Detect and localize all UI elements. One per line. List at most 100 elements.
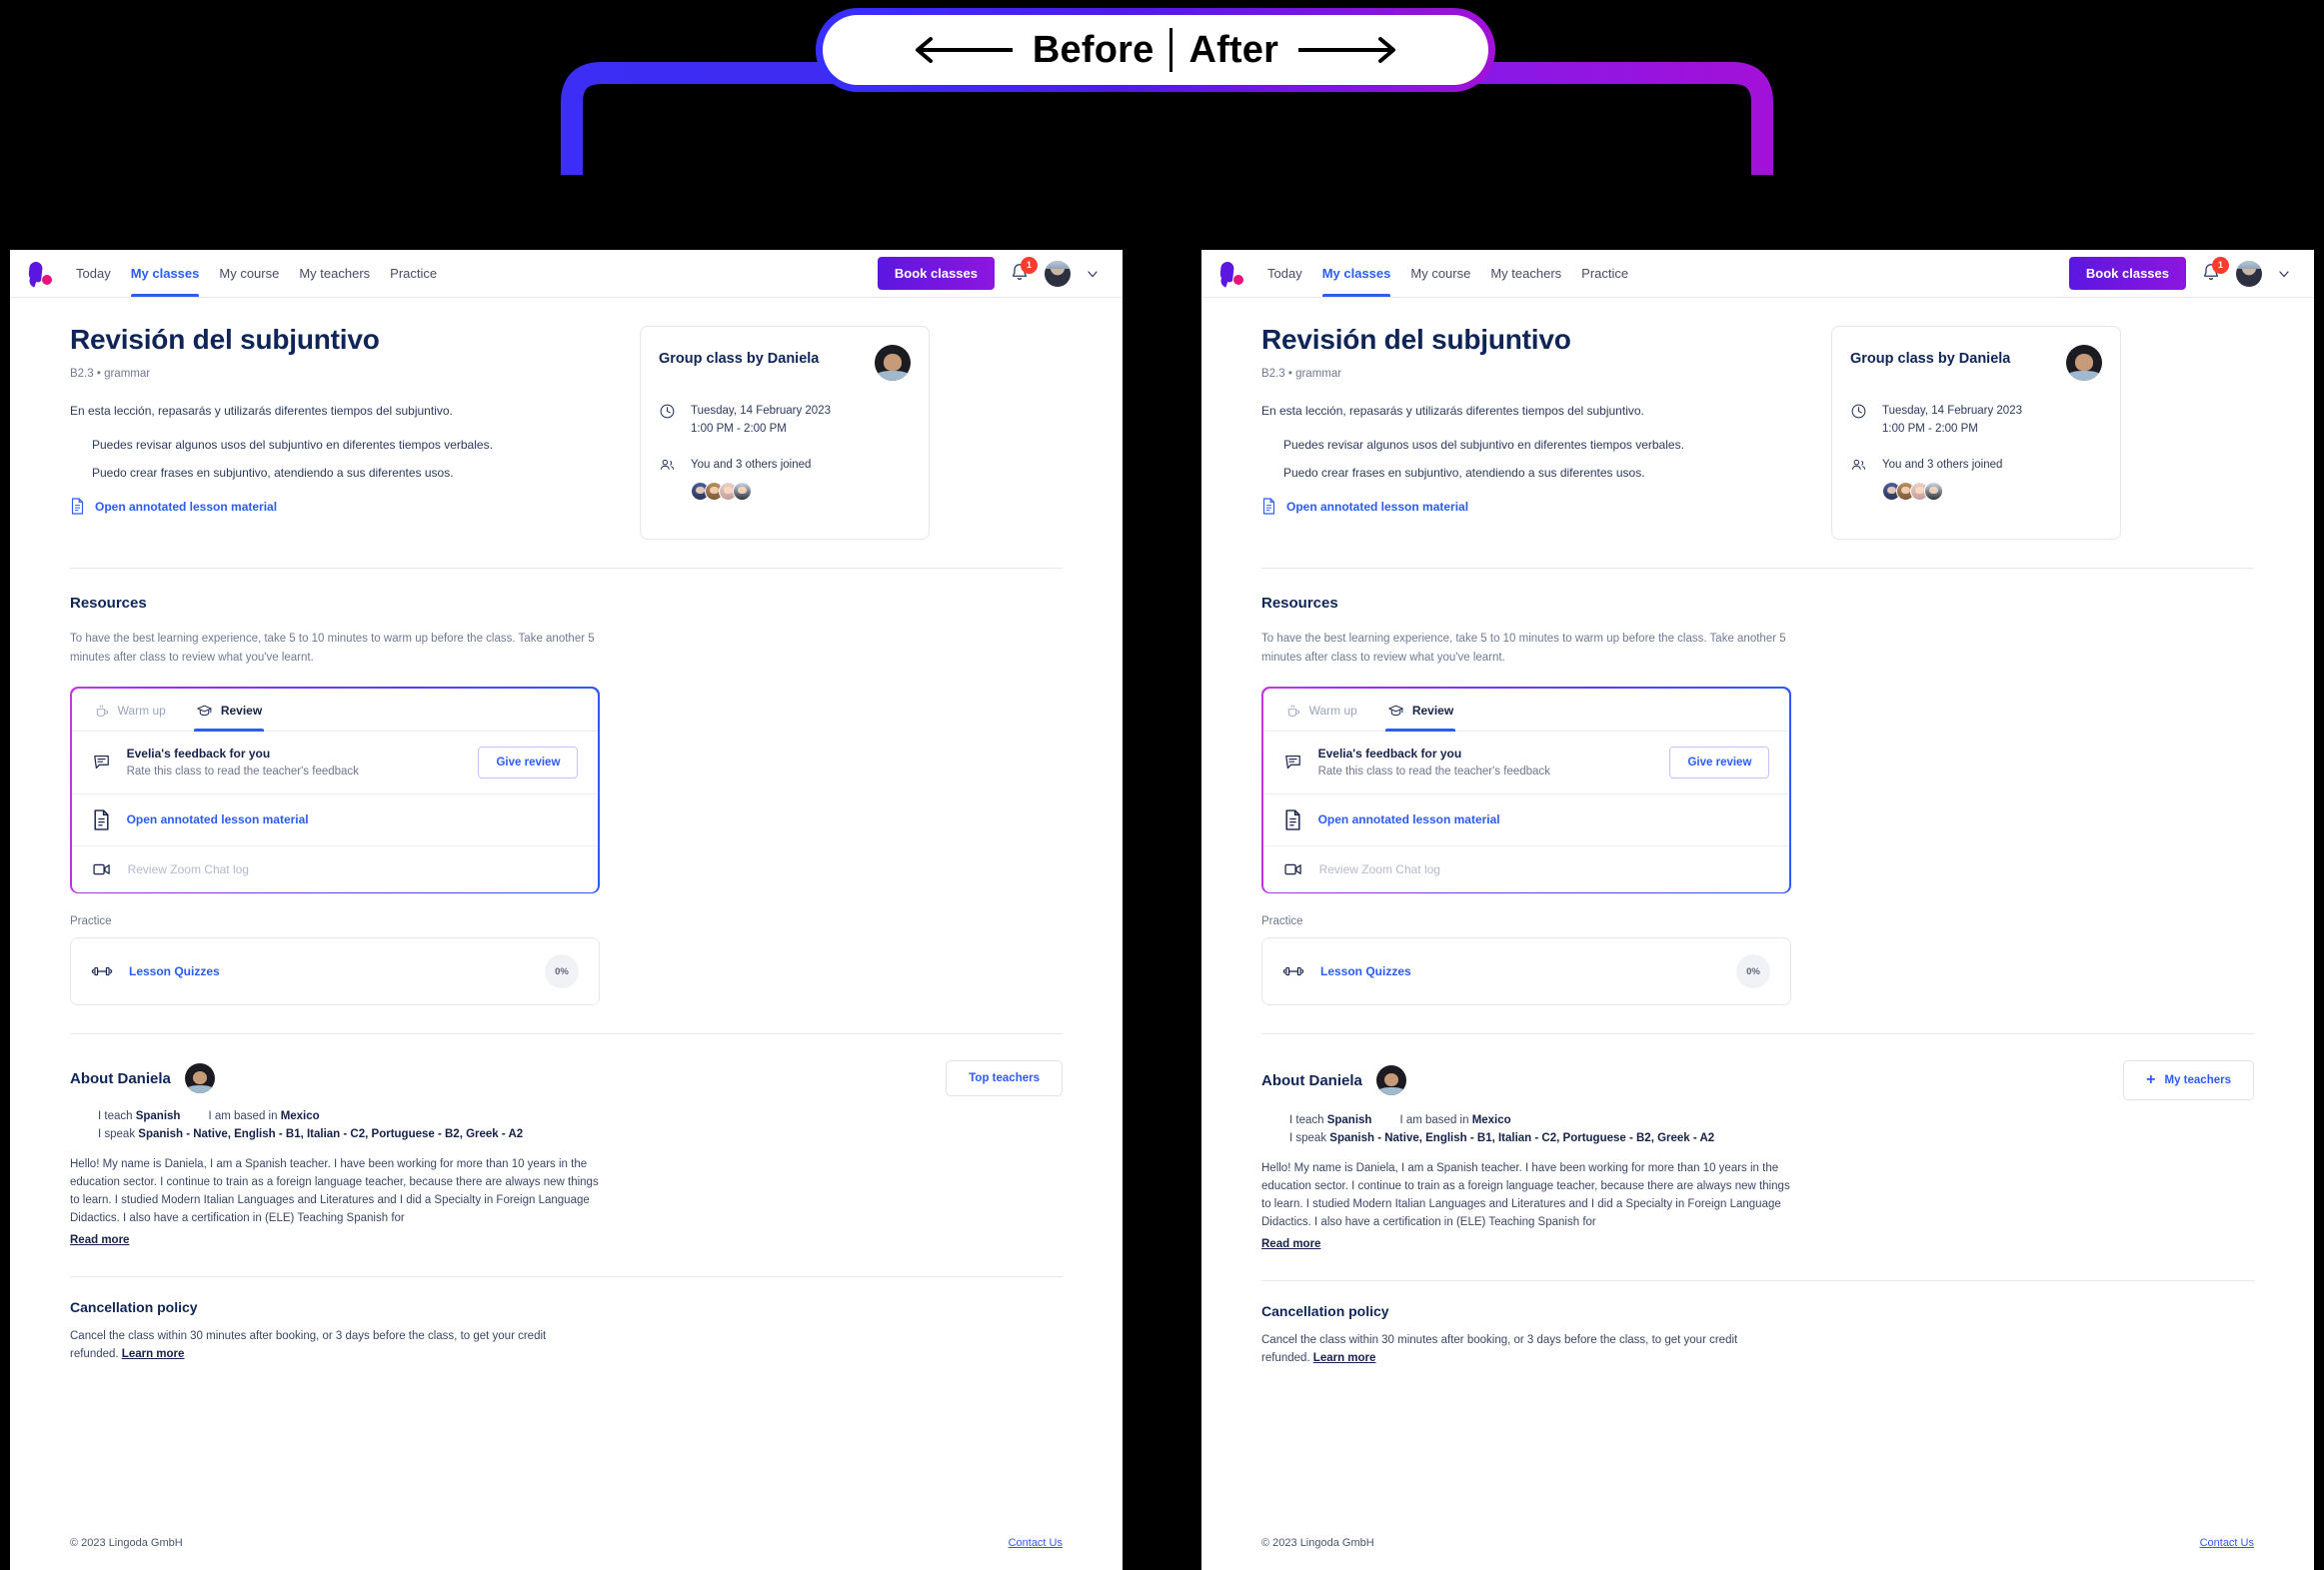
my-teachers-button[interactable]: + My teachers xyxy=(2123,1060,2254,1101)
lesson-quizzes-link[interactable]: Lesson Quizzes xyxy=(129,964,220,978)
nav-item-my-classes[interactable]: My classes xyxy=(1321,250,1390,297)
teacher-avatar[interactable] xyxy=(2066,345,2102,381)
cancellation-heading: Cancellation policy xyxy=(1261,1302,1389,1319)
chevron-down-icon[interactable] xyxy=(2276,266,2292,282)
lesson-intro: En esta lección, repasarás y utilizarás … xyxy=(70,404,453,418)
graduation-cap-icon xyxy=(1388,705,1403,716)
top-teachers-label: Top teachers xyxy=(969,1072,1040,1085)
chevron-down-icon[interactable] xyxy=(1085,266,1101,282)
give-review-button[interactable]: Give review xyxy=(1669,746,1770,779)
about-teach-fact: I teach Spanish I am based in Mexico xyxy=(98,1110,1063,1122)
about-teach-fact: I teach Spanish I am based in Mexico xyxy=(1289,1114,2254,1126)
before-after-separator xyxy=(1169,28,1173,72)
before-panel: Today My classes My course My teachers P… xyxy=(10,250,1123,1570)
feedback-title: Evelia's feedback for you xyxy=(1317,747,1462,762)
speak-prefix: I speak xyxy=(98,1128,139,1141)
open-material-link[interactable]: Open annotated lesson material xyxy=(1286,500,1468,514)
lingoda-logo[interactable] xyxy=(27,260,54,287)
header-actions: Book classes 1 xyxy=(877,256,1101,290)
section-divider xyxy=(70,1275,1063,1277)
learn-more-link[interactable]: Learn more xyxy=(122,1348,185,1360)
zoom-chat-log-label: Review Zoom Chat log xyxy=(1318,861,1440,876)
resources-description: To have the best learning experience, ta… xyxy=(70,633,595,664)
nav-item-today[interactable]: Today xyxy=(76,250,111,297)
lesson-objective: Puedo crear frases en subjuntivo, atendi… xyxy=(92,466,454,480)
group-class-date: Tuesday, 14 February 2023 xyxy=(1882,405,2022,417)
zoom-chat-log-row: Review Zoom Chat log xyxy=(1263,846,1790,892)
contact-us-link[interactable]: Contact Us xyxy=(1009,1537,1063,1549)
group-class-schedule: Tuesday, 14 February 2023 1:00 PM - 2:00… xyxy=(659,403,911,439)
about-title: About Daniela xyxy=(1261,1071,1362,1089)
lingoda-logo[interactable] xyxy=(1218,260,1245,287)
nav-item-my-classes[interactable]: My classes xyxy=(130,250,199,297)
footer-copyright: © 2023 Lingoda GmbH xyxy=(1261,1537,1374,1549)
people-icon xyxy=(660,459,675,470)
tab-warm-up[interactable]: Warm up xyxy=(92,689,168,731)
teacher-avatar[interactable] xyxy=(1375,1065,1406,1096)
lesson-subtitle: B2.3 • grammar xyxy=(1261,368,1342,380)
lesson-intro: En esta lección, repasarás y utilizarás … xyxy=(1261,404,1644,418)
give-review-button[interactable]: Give review xyxy=(478,746,579,779)
annotated-material-row[interactable]: Open annotated lesson material xyxy=(1262,794,1790,846)
footer: © 2023 Lingoda GmbH Contact Us xyxy=(10,1516,1123,1570)
about-header: About Daniela + My teachers xyxy=(1261,1060,2254,1101)
nav-item-today[interactable]: Today xyxy=(1267,250,1302,297)
book-classes-button[interactable]: Book classes xyxy=(2068,257,2186,290)
nav-item-my-course[interactable]: My course xyxy=(219,250,279,297)
about-title: About Daniela xyxy=(70,1069,171,1087)
contact-us-link[interactable]: Contact Us xyxy=(2200,1537,2254,1549)
header-avatar[interactable] xyxy=(2236,260,2262,287)
participant-avatars xyxy=(1882,482,2002,502)
resources-card: Warm up Review Evelia's feedback for you… xyxy=(70,687,600,894)
cancellation-text: Cancel the class within 30 minutes after… xyxy=(1261,1331,1741,1368)
teacher-avatar[interactable] xyxy=(184,1063,215,1094)
tab-review[interactable]: Review xyxy=(1384,689,1456,732)
annotated-material-row[interactable]: Open annotated lesson material xyxy=(71,794,599,846)
annotated-material-link[interactable]: Open annotated lesson material xyxy=(1318,812,1500,826)
read-more-link[interactable]: Read more xyxy=(1261,1238,1320,1250)
resources-heading: Resources xyxy=(70,595,147,613)
open-material-link-row[interactable]: Open annotated lesson material xyxy=(70,498,600,515)
speak-prefix: I speak xyxy=(1289,1132,1330,1145)
nav-item-my-course[interactable]: My course xyxy=(1410,250,1470,297)
my-teachers-label: My teachers xyxy=(2164,1074,2231,1087)
nav-item-practice[interactable]: Practice xyxy=(1581,250,1628,297)
feedback-subtitle: Rate this class to read the teacher's fe… xyxy=(126,766,359,779)
based-value: Mexico xyxy=(1471,1114,1511,1127)
notifications-button[interactable]: 1 xyxy=(2200,256,2229,286)
after-label: After xyxy=(1188,28,1279,71)
resources-card: Warm up Review Evelia's feedback for you… xyxy=(1261,687,1791,894)
lesson-quizzes-card[interactable]: Lesson Quizzes 0% xyxy=(1261,937,1791,1006)
open-material-link-row[interactable]: Open annotated lesson material xyxy=(1261,498,1791,515)
clock-icon xyxy=(1851,404,1866,419)
notifications-button[interactable]: 1 xyxy=(1009,256,1038,286)
tab-warm-up[interactable]: Warm up xyxy=(1283,689,1359,731)
nav-item-my-teachers[interactable]: My teachers xyxy=(299,250,370,297)
tab-warm-up-label: Warm up xyxy=(1308,704,1357,719)
group-class-card: Group class by Daniela Tuesday, 14 Febru… xyxy=(640,326,930,541)
open-material-link[interactable]: Open annotated lesson material xyxy=(95,500,277,514)
nav-item-practice[interactable]: Practice xyxy=(390,250,437,297)
lesson-quizzes-card[interactable]: Lesson Quizzes 0% xyxy=(70,937,600,1006)
tab-review[interactable]: Review xyxy=(193,689,265,732)
top-teachers-button[interactable]: Top teachers xyxy=(946,1060,1063,1097)
lesson-quizzes-link[interactable]: Lesson Quizzes xyxy=(1320,964,1411,978)
quiz-progress-badge: 0% xyxy=(545,954,579,989)
teach-value: Spanish xyxy=(135,1110,181,1123)
learn-more-link[interactable]: Learn more xyxy=(1313,1352,1376,1364)
teach-prefix: I teach xyxy=(1289,1114,1327,1127)
chat-bubble-icon xyxy=(1284,756,1300,770)
about-speak-fact: I speak Spanish - Native, English - B1, … xyxy=(1289,1132,2254,1144)
teacher-avatar[interactable] xyxy=(875,345,911,381)
chat-bubble-icon xyxy=(93,756,109,770)
annotated-material-link[interactable]: Open annotated lesson material xyxy=(127,812,309,826)
header-avatar[interactable] xyxy=(1045,260,1071,287)
resources-tabs: Warm up Review xyxy=(1262,689,1790,732)
read-more-link[interactable]: Read more xyxy=(70,1234,129,1246)
nav-item-my-teachers[interactable]: My teachers xyxy=(1490,250,1561,297)
book-classes-button[interactable]: Book classes xyxy=(877,257,995,290)
speak-value: Spanish - Native, English - B1, Italian … xyxy=(1329,1132,1715,1145)
feedback-row: Evelia's feedback for you Rate this clas… xyxy=(71,732,599,794)
before-label: Before xyxy=(1032,28,1155,71)
teach-prefix: I teach xyxy=(98,1110,136,1123)
